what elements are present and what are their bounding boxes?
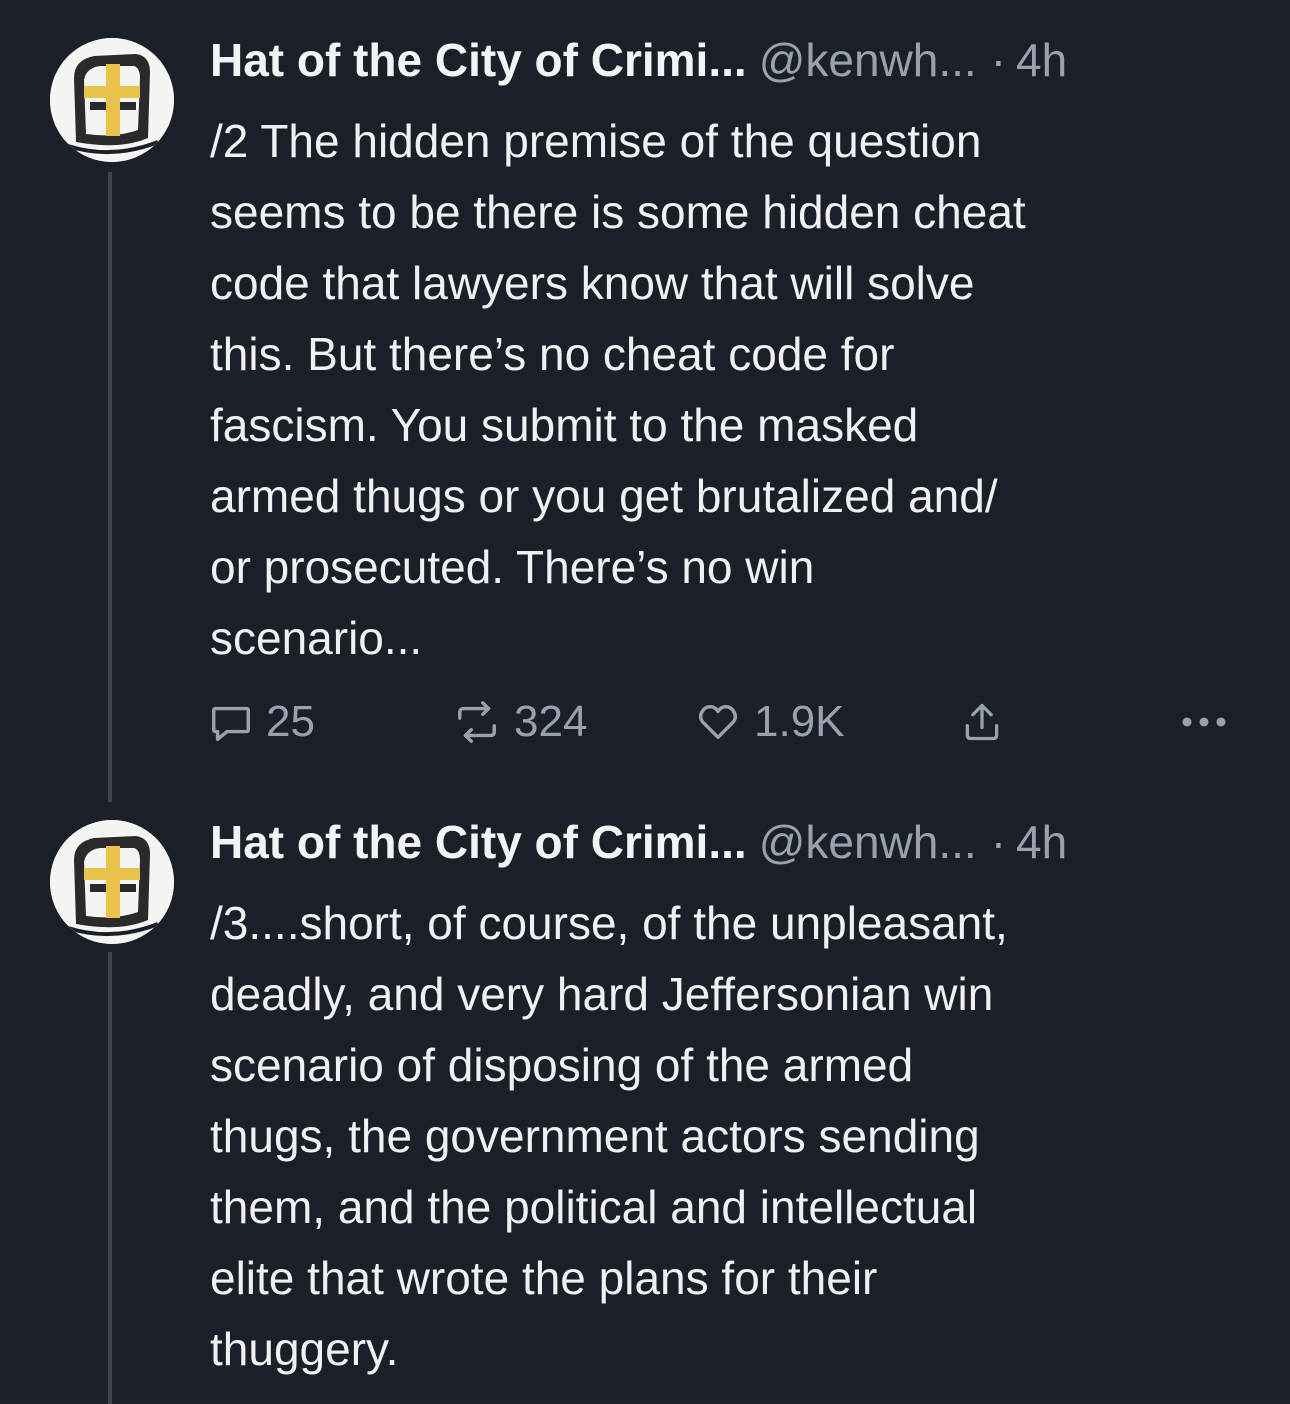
post-text-line: /2 The hidden premise of the question xyxy=(210,115,982,167)
author-name[interactable]: Hat of the City of Crimi... xyxy=(210,816,747,868)
separator-dot: · xyxy=(990,816,1007,868)
author-name[interactable]: Hat of the City of Crimi... xyxy=(210,34,747,86)
crusader-helmet-icon xyxy=(50,820,174,944)
post-text-line: thuggery. xyxy=(210,1323,399,1375)
post-text-line: deadly, and very hard Jeffersonian win xyxy=(210,968,994,1020)
repost-button[interactable]: 324 xyxy=(452,692,587,752)
post-text-line: armed thugs or you get brutalized and/ xyxy=(210,470,998,522)
post-text-line: this. But there’s no cheat code for xyxy=(210,328,895,380)
post-text-line: thugs, the government actors sending xyxy=(210,1110,980,1162)
post-text-line: fascism. You submit to the masked xyxy=(210,399,919,451)
share-upload-icon xyxy=(965,703,999,741)
heart-icon xyxy=(698,704,738,740)
post-header: Hat of the City of Crimi... @kenwh... · 4h xyxy=(210,30,1067,90)
thread-line xyxy=(108,952,112,1404)
post-text-line: scenario of disposing of the armed xyxy=(210,1039,914,1091)
author-handle[interactable]: @kenwh... xyxy=(759,816,977,868)
crusader-helmet-icon xyxy=(50,38,174,162)
avatar[interactable] xyxy=(50,820,174,944)
avatar[interactable] xyxy=(50,38,174,162)
like-button[interactable]: 1.9K xyxy=(694,692,845,752)
post-header: Hat of the City of Crimi... @kenwh... · 4h xyxy=(210,812,1067,872)
reply-button[interactable]: 25 xyxy=(208,692,315,752)
post-text-line: seems to be there is some hidden cheat xyxy=(210,186,1026,238)
repost-count: 324 xyxy=(514,697,588,746)
thread-line xyxy=(108,172,112,802)
post-actions: 25 324 1.9K xyxy=(208,692,1228,752)
post-time[interactable]: 4h xyxy=(1016,816,1067,868)
post-time[interactable]: 4h xyxy=(1016,34,1067,86)
post-text: /3....short, of course, of the unpleasan… xyxy=(210,888,1250,1385)
separator-dot: · xyxy=(990,34,1007,86)
post-text-line: or prosecuted. There’s no win xyxy=(210,541,815,593)
more-dots-icon xyxy=(1182,717,1226,727)
share-button[interactable] xyxy=(960,692,1016,752)
more-button[interactable] xyxy=(1180,692,1228,752)
post-text-line: scenario... xyxy=(210,612,423,664)
post-text-line: code that lawyers know that will solve xyxy=(210,257,975,309)
reply-count: 25 xyxy=(266,697,315,746)
like-count: 1.9K xyxy=(754,697,845,746)
author-handle[interactable]: @kenwh... xyxy=(759,34,977,86)
post-text-line: them, and the political and intellectual xyxy=(210,1181,978,1233)
reply-bubble-icon xyxy=(212,706,250,741)
post-text-line: elite that wrote the plans for their xyxy=(210,1252,878,1304)
post-text: /2 The hidden premise of the question se… xyxy=(210,106,1250,674)
repost-arrows-icon xyxy=(458,701,496,743)
post-text-line: /3....short, of course, of the unpleasan… xyxy=(210,897,1008,949)
